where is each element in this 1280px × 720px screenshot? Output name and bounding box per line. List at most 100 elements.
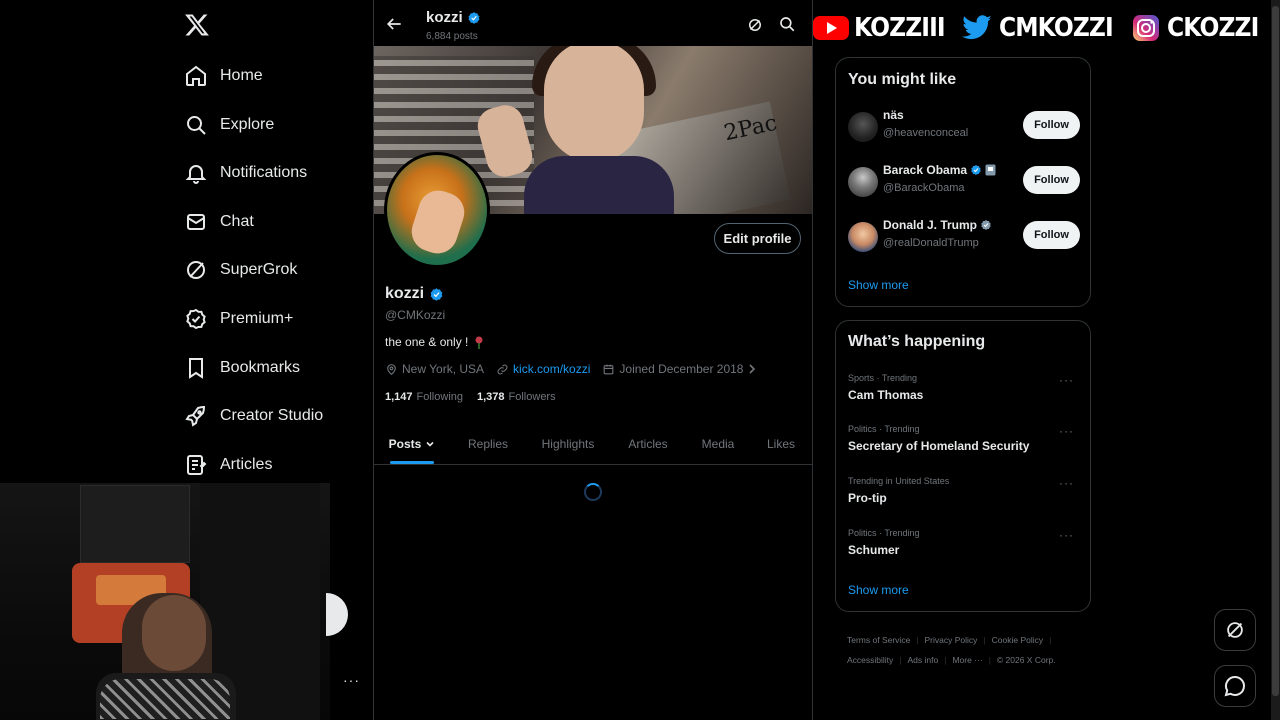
footer-privacy-link[interactable]: Privacy Policy: [925, 635, 978, 645]
location-icon: [385, 363, 398, 376]
tab-label: Likes: [766, 437, 795, 451]
nav-home[interactable]: Home: [184, 56, 263, 96]
link-icon: [496, 363, 509, 376]
grok-float-button[interactable]: [1214, 609, 1256, 651]
chevron-right-icon[interactable]: [747, 363, 757, 375]
youtube-handle: KOZZIII: [854, 13, 946, 43]
trend-item[interactable]: Politics · Trending Secretary of Homelan…: [848, 424, 1080, 468]
suggested-user[interactable]: näs @heavenconceal Follow: [848, 108, 1080, 152]
avatar-hand: [406, 185, 470, 259]
following-link[interactable]: 1,147 Following: [385, 391, 463, 403]
calendar-icon: [602, 363, 615, 376]
profile-handle: @CMKozzi: [385, 308, 446, 322]
header-title: kozzi: [426, 9, 481, 26]
tab-posts[interactable]: Posts: [374, 424, 450, 464]
more-options-icon[interactable]: ···: [1059, 424, 1074, 438]
avatar[interactable]: [848, 112, 878, 142]
verified-icon[interactable]: [429, 287, 444, 302]
followers-count: 1,378: [477, 391, 505, 403]
grok-icon[interactable]: [746, 16, 764, 34]
footer-accessibility-link[interactable]: Accessibility: [847, 655, 893, 665]
trend-item[interactable]: Sports · Trending Cam Thomas ···: [848, 373, 1080, 417]
edit-profile-button[interactable]: Edit profile: [714, 223, 801, 254]
nav-supergrok[interactable]: SuperGrok: [184, 250, 297, 290]
instagram-handle: CKOZZI: [1167, 13, 1259, 43]
mail-icon: [184, 210, 208, 234]
show-more-link[interactable]: Show more: [848, 583, 909, 597]
trend-item[interactable]: Politics · Trending Schumer ···: [848, 528, 1080, 572]
suggested-user-name-row: Donald J. Trump: [883, 218, 992, 232]
footer-links: Terms of Service | Privacy Policy | Cookie P…: [847, 635, 1056, 665]
footer-ads-link[interactable]: Ads info: [908, 655, 939, 665]
suggested-user-name-row: näs: [883, 108, 904, 122]
rose-emoji-icon: [473, 336, 485, 349]
grok-icon: [1224, 619, 1246, 641]
profile-meta: New York, USA kick.com/kozzi Joined Dece…: [385, 362, 757, 376]
youtube-icon: [812, 14, 849, 42]
footer-cookie-link[interactable]: Cookie Policy: [992, 635, 1044, 645]
nav-premium[interactable]: Premium+: [184, 299, 293, 339]
follow-button[interactable]: Follow: [1023, 111, 1080, 139]
more-options-icon[interactable]: ···: [1059, 373, 1074, 387]
profile-avatar[interactable]: [384, 152, 490, 268]
tab-media[interactable]: Media: [686, 424, 750, 464]
tab-likes[interactable]: Likes: [750, 424, 812, 464]
post-button[interactable]: [326, 593, 348, 636]
more-options-icon[interactable]: ···: [1059, 476, 1074, 490]
chevron-down-icon: [425, 439, 435, 449]
trends-title: What’s happening: [848, 333, 986, 350]
account-more-icon[interactable]: ···: [343, 672, 360, 688]
search-icon: [184, 113, 208, 137]
nav-articles[interactable]: Articles: [184, 445, 272, 485]
webcam-overlay: [0, 483, 330, 720]
nav-chat[interactable]: Chat: [184, 202, 254, 242]
followers-link[interactable]: 1,378 Followers: [477, 391, 556, 403]
twitter-handle: CMKOZZI: [998, 13, 1114, 43]
verified-icon: [970, 164, 982, 176]
loading-spinner: [584, 483, 602, 501]
tab-replies[interactable]: Replies: [450, 424, 526, 464]
suggested-user[interactable]: Donald J. Trump @realDonaldTrump Follow: [848, 218, 1080, 262]
suggested-user[interactable]: Barack Obama @BarackObama Follow: [848, 163, 1080, 207]
nav-creator-studio[interactable]: Creator Studio: [184, 396, 323, 436]
back-arrow-icon[interactable]: [384, 14, 404, 34]
follow-button[interactable]: Follow: [1023, 166, 1080, 194]
government-label-icon: [985, 164, 996, 176]
trend-name: Pro-tip: [848, 491, 887, 505]
suggested-user-name: näs: [883, 108, 904, 122]
nav-notifications[interactable]: Notifications: [184, 153, 307, 193]
following-count: 1,147: [385, 391, 413, 403]
home-icon: [184, 64, 208, 88]
follow-button[interactable]: Follow: [1023, 221, 1080, 249]
nav-label: Creator Studio: [220, 407, 324, 424]
nav-label: Explore: [220, 116, 275, 133]
trend-meta: Trending in United States: [848, 476, 950, 486]
header-name: kozzi: [426, 9, 463, 26]
show-more-link[interactable]: Show more: [848, 278, 909, 292]
more-options-icon[interactable]: ···: [1059, 528, 1074, 542]
tab-highlights[interactable]: Highlights: [526, 424, 610, 464]
footer-terms-link[interactable]: Terms of Service: [847, 635, 910, 645]
header-posts-count: 6,884 posts: [426, 31, 478, 42]
messages-float-button[interactable]: [1214, 665, 1256, 707]
profile-link[interactable]: kick.com/kozzi: [513, 362, 590, 376]
scrollbar-thumb[interactable]: [1272, 6, 1279, 696]
suggested-user-handle: @BarackObama: [883, 182, 965, 194]
avatar[interactable]: [848, 222, 878, 252]
avatar[interactable]: [848, 167, 878, 197]
nav-label: Bookmarks: [220, 359, 301, 376]
banner-face: [544, 46, 644, 162]
nav-explore[interactable]: Explore: [184, 105, 274, 145]
profile-bio: the one & only !: [385, 335, 485, 349]
instagram-icon: [1131, 14, 1161, 42]
trend-meta: Sports · Trending: [848, 373, 918, 383]
nav-bookmarks[interactable]: Bookmarks: [184, 348, 300, 388]
x-logo-icon[interactable]: [184, 12, 210, 38]
search-icon[interactable]: [778, 15, 796, 33]
followers-label: Followers: [508, 391, 556, 403]
tab-articles[interactable]: Articles: [610, 424, 686, 464]
footer-more-link[interactable]: More ···: [952, 655, 982, 665]
trend-item[interactable]: Trending in United States Pro-tip ···: [848, 476, 1080, 520]
tab-label: Replies: [467, 437, 509, 451]
nav-label: Premium+: [220, 310, 294, 327]
